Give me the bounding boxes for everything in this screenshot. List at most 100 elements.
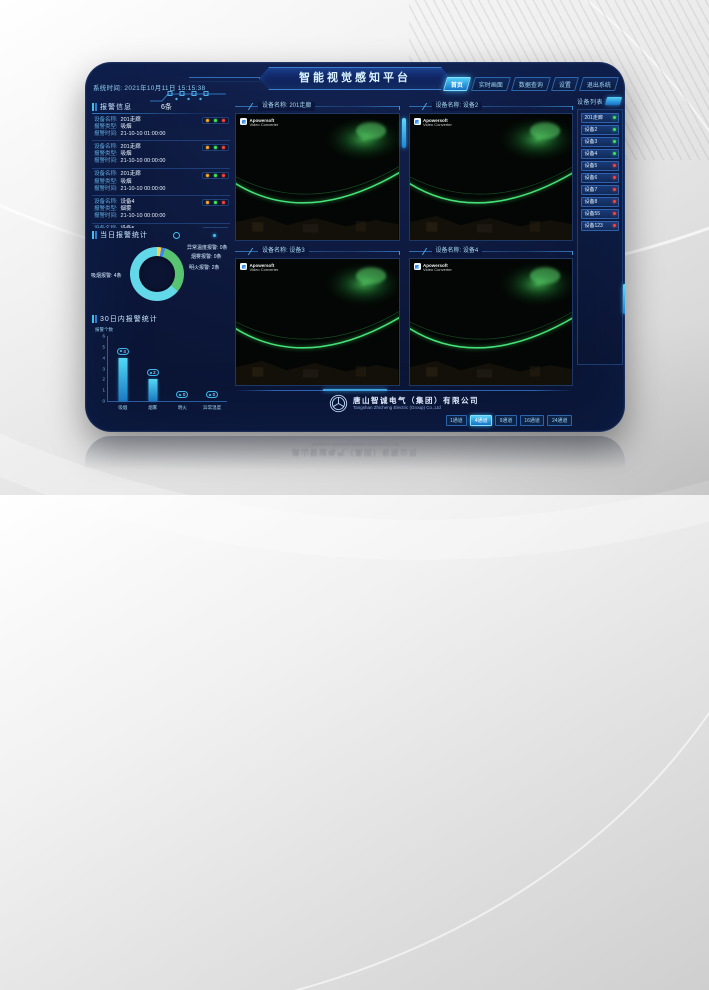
nav-button-3[interactable]: 数据查询 [511, 77, 551, 91]
bar-value: 2 [153, 370, 156, 375]
alarm-field-value: 设备4 [121, 199, 135, 206]
online-dot [613, 140, 616, 143]
footer-divider-highlight [323, 389, 388, 391]
video-frame [236, 114, 399, 240]
video-cell-1[interactable]: 设备名称: 201走廊ApowersoftVideo Converter [235, 102, 400, 241]
alarm-item[interactable]: 设备名称:201走廊报警类型:吸烟报警时间:21-10-10 00:00:00 [92, 141, 230, 168]
offline-dot [613, 224, 616, 227]
watermark-text: ApowersoftVideo Converter [423, 263, 452, 273]
alarm-field-label: 报警时间: [94, 213, 118, 220]
alarm-status-lights [202, 199, 229, 206]
y-tick: 2 [98, 377, 105, 382]
video-cell-3[interactable]: 设备名称: 设备3 ApowersoftVideo Converter [235, 247, 400, 386]
offline-dot [613, 188, 616, 191]
channel-button-16通道[interactable]: 16通道 [520, 415, 545, 426]
device-row[interactable]: 设备55 [581, 209, 619, 219]
video-display[interactable]: ApowersoftVideo Converter [235, 113, 400, 241]
video-display[interactable]: ApowersoftVideo Converter [235, 258, 400, 386]
alarm-field-label: 设备名称: [94, 226, 118, 228]
alarm-item[interactable]: 设备名称:201走廊报警类型:吸烟报警时间:21-10-10 01:00:00 [92, 114, 230, 141]
alarm-field-label: 设备名称: [94, 171, 118, 178]
watermark-logo-icon [240, 118, 247, 125]
device-row[interactable]: 201走廊 [581, 113, 619, 123]
section-bars-icon [92, 315, 97, 323]
ring-decoration [173, 232, 180, 239]
video-cell-2[interactable]: 设备名称: 设备2ApowersoftVideo Converter [409, 102, 574, 241]
status-dot [206, 201, 209, 204]
device-name: 设备4 [585, 150, 598, 157]
watermark: ApowersoftVideo Converter [240, 118, 278, 128]
device-list-action-button[interactable] [605, 97, 622, 105]
today-stats-title: 当日报警统计 [100, 230, 148, 240]
alarm-item[interactable]: 设备名称:设备5报警类型:明火报警时间:21-10-10 00:00:00 [92, 224, 230, 228]
header-slash-decoration [248, 248, 258, 255]
channel-button-24通道[interactable]: 24通道 [547, 415, 572, 426]
video-display[interactable]: ApowersoftVideo Converter [409, 113, 574, 241]
device-name: 设备3 [585, 138, 598, 145]
alarm-field-label: 报警类型: [94, 124, 118, 131]
alarm-item[interactable]: 设备名称:201走廊报警类型:吸烟报警时间:21-10-10 00:00:00 [92, 169, 230, 196]
offline-dot [613, 200, 616, 203]
watermark: ApowersoftVideo Converter [414, 263, 452, 273]
alarm-row: 报警类型:吸烟 [94, 179, 228, 186]
video-cell-header: 设备名称: 设备3 [235, 247, 400, 256]
alarm-panel-header: 报警信息 6条 [92, 102, 232, 112]
channel-button-label: 1通道 [450, 417, 463, 424]
alarm-field-value: 烟雾 [121, 206, 132, 213]
nav-button-4[interactable]: 设置 [551, 77, 579, 91]
device-row[interactable]: 设备123 [581, 221, 619, 231]
company-name-en: Tangshan Zhicheng Electric (Group) Co.,L… [353, 405, 479, 411]
status-dot [214, 119, 217, 122]
status-dot [214, 146, 217, 149]
video-display[interactable]: ApowersoftVideo Converter [409, 258, 574, 386]
donut-label: 吸烟报警: 4条 [91, 272, 122, 279]
alarm-row: 报警时间:21-10-10 00:00:00 [94, 186, 228, 193]
alarm-field-label: 报警类型: [94, 179, 118, 186]
left-sidebar: 报警信息 6条 设备名称:201走廊报警类型:吸烟报警时间:21-10-10 0… [92, 100, 232, 420]
offline-dot [613, 212, 616, 215]
monthly-stats-header: 30日内报警统计 [92, 314, 232, 324]
nav-button-2[interactable]: 实时画面 [471, 77, 511, 91]
device-row[interactable]: 设备4 [581, 149, 619, 159]
channel-button-label: 9通道 [500, 417, 513, 424]
nav-button-1[interactable]: 首页 [443, 77, 471, 91]
page-title: 智能视觉感知平台 [259, 67, 451, 90]
y-tick: 4 [98, 355, 105, 360]
donut-ring [130, 247, 184, 301]
alarm-row: 报警类型:吸烟 [94, 124, 228, 131]
status-dot [214, 174, 217, 177]
alarm-status-lights [202, 144, 229, 151]
nav-button-label: 设置 [559, 80, 571, 89]
today-stats-header: 当日报警统计 [92, 230, 232, 240]
status-dot [206, 146, 209, 149]
alarm-field-value: 21-10-10 00:00:00 [121, 158, 166, 165]
donut-label: 异常温度报警: 0条 [187, 244, 228, 251]
grid-scrollbar-thumb[interactable] [402, 118, 406, 148]
device-row[interactable]: 设备5 [581, 161, 619, 171]
channel-button-4通道[interactable]: 4通道 [470, 415, 492, 426]
channel-button-label: 4通道 [475, 417, 488, 424]
alarm-field-value: 21-10-10 00:00:00 [121, 213, 166, 220]
channel-button-1通道[interactable]: 1通道 [446, 415, 468, 426]
nav-button-5[interactable]: 退出系统 [579, 77, 619, 91]
footer: 唐山智诚电气（集团）有限公司 Tangshan Zhicheng Electri… [85, 385, 625, 432]
device-row[interactable]: 设备3 [581, 137, 619, 147]
watermark-text: ApowersoftVideo Converter [423, 118, 452, 128]
company-text: 唐山智诚电气（集团）有限公司 Tangshan Zhicheng Electri… [353, 396, 479, 412]
device-row[interactable]: 设备2 [581, 125, 619, 135]
device-row[interactable]: 设备7 [581, 185, 619, 195]
channel-button-9通道[interactable]: 9通道 [495, 415, 517, 426]
section-bars-icon [92, 231, 97, 239]
alarm-item[interactable]: 设备名称:设备4报警类型:烟雾报警时间:21-10-10 00:00:00 [92, 196, 230, 223]
header-slash-decoration [248, 103, 258, 110]
nav-button-label: 首页 [451, 80, 463, 89]
status-dot [222, 201, 225, 204]
video-cell-header: 设备名称: 设备4 [409, 247, 574, 256]
device-row[interactable]: 设备8 [581, 197, 619, 207]
device-list-scrollbar-thumb[interactable] [623, 284, 625, 314]
alarm-field-label: 设备名称: [94, 199, 118, 206]
video-cell-4[interactable]: 设备名称: 设备4 ApowersoftVideo Converter [409, 247, 574, 386]
watermark-line2: Video Converter [250, 123, 279, 128]
device-row[interactable]: 设备6 [581, 173, 619, 183]
section-bars-icon [92, 103, 97, 111]
